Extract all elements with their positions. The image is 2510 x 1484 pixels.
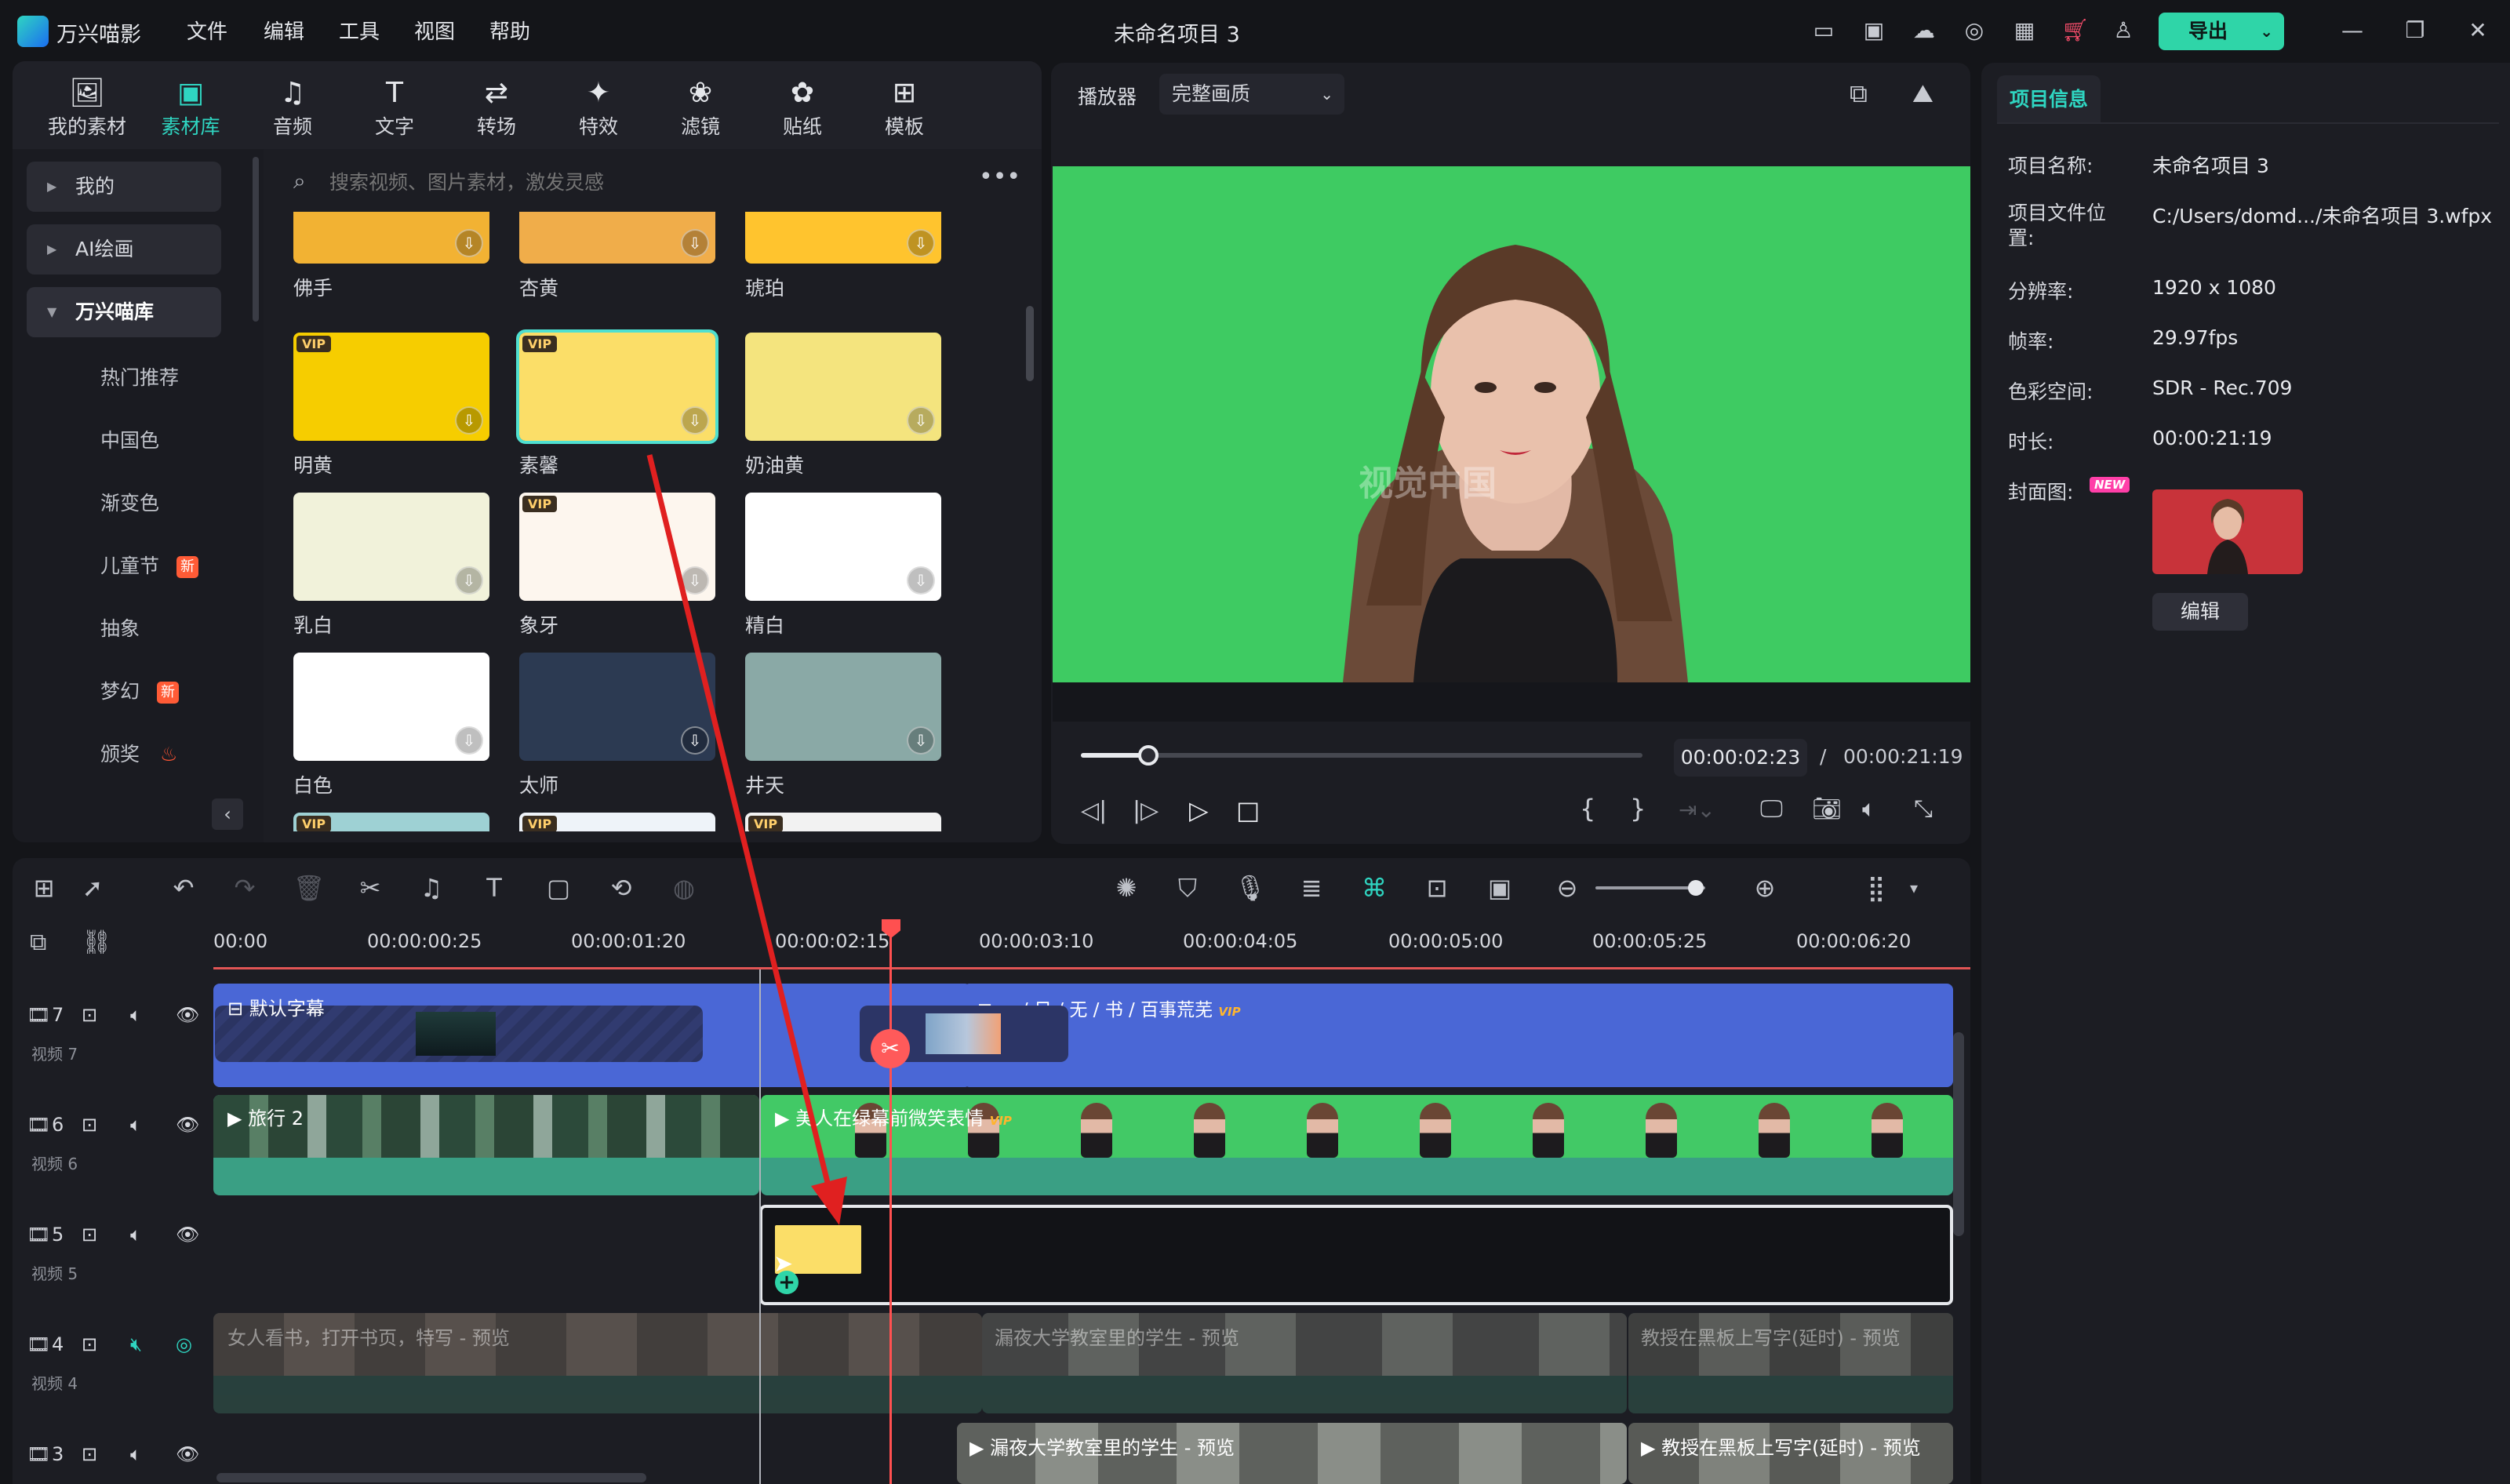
drag-arrow	[646, 454, 847, 1225]
